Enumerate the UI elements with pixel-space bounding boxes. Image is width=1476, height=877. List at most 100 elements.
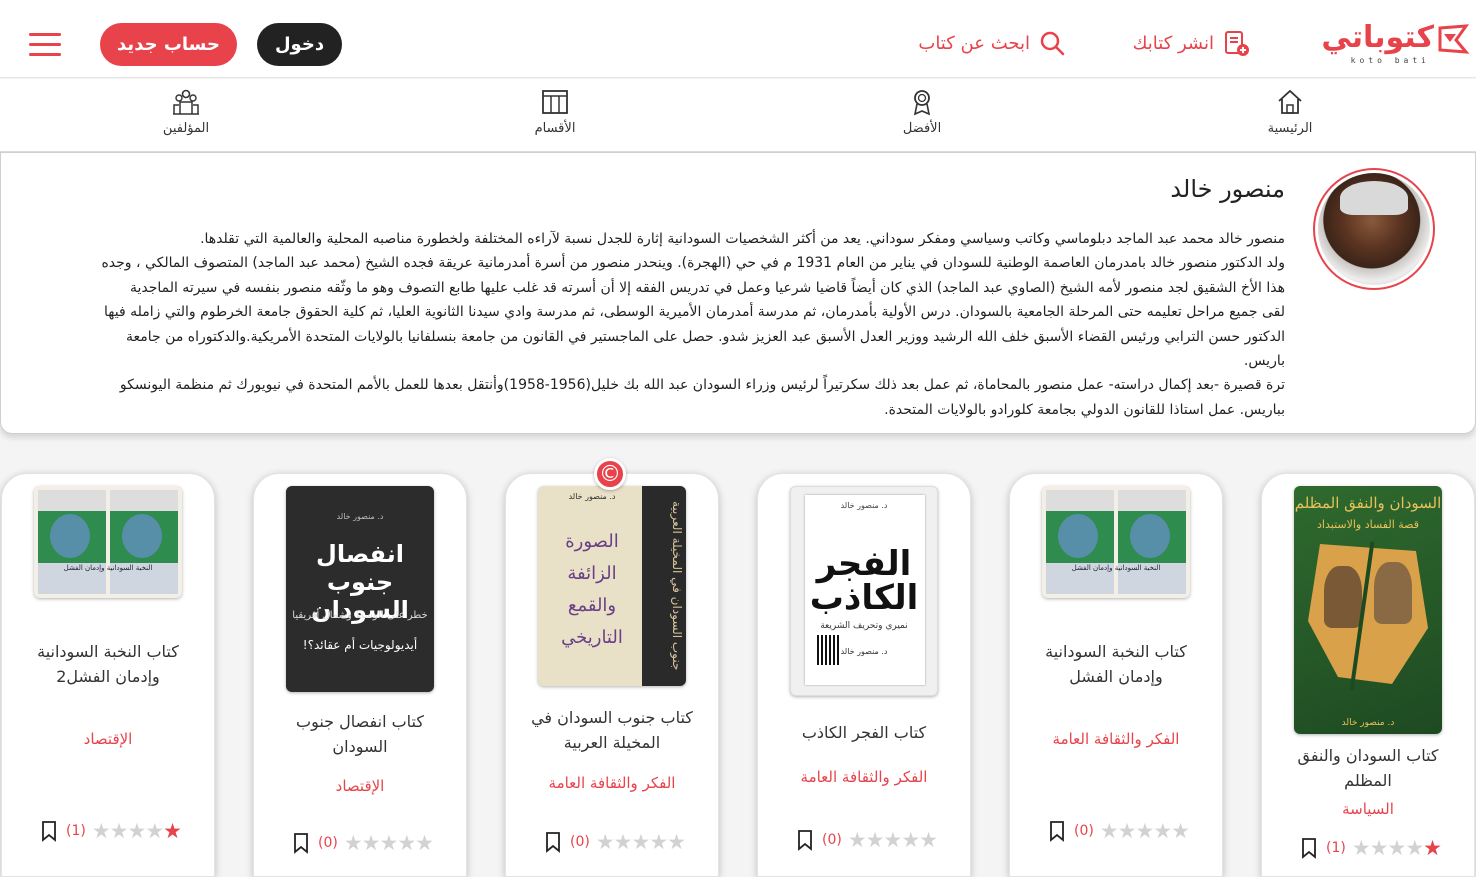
top-bar: كتوباتي koto bati انشر كتابك ابحث عن كتا… [0,0,1476,78]
star-icon[interactable]: ★ [1153,819,1172,843]
star-icon[interactable]: ★ [380,831,399,855]
bio-line: الدكتور حسن الترابي ورئيس القضاء الأسبق … [126,328,1285,345]
login-button[interactable]: دخول [257,23,342,66]
book-cover[interactable]: السودان والنفق المظلم قصة الفساد والاستب… [1294,486,1442,734]
book-title[interactable]: كتاب النخبة السودانية وإدمان الفشل2 [14,639,202,689]
book-card[interactable]: النخبة السودانية وإدمان الفشل كتاب النخب… [1,473,215,877]
book-card[interactable]: النخبة السودانية وإدمان الفشل كتاب النخب… [1009,473,1223,877]
star-icon[interactable]: ★ [344,831,363,855]
book-card[interactable]: د. منصور خالد انفصال جنوب السودان خطر عل… [253,473,467,877]
star-icon[interactable]: ★ [614,830,633,854]
star-icon[interactable]: ★ [866,828,885,852]
book-cover[interactable]: د. منصور خالد انفصال جنوب السودان خطر عل… [286,486,434,692]
book-cover[interactable]: جنوب السودان في المخيلة العربية د. منصور… [538,486,686,686]
book-category[interactable]: الفكر والثقافة العامة [1010,730,1222,748]
rating-count: (0) [318,835,338,851]
star-icon[interactable]: ★ [1100,819,1119,843]
cover-title: الصورة الزائفة والقمع التاريخي [561,531,623,648]
authors-icon [173,89,199,115]
star-icon[interactable]: ★ [848,828,867,852]
book-title[interactable]: كتاب جنوب السودان في المخيلة العربية [518,705,706,755]
star-icon[interactable]: ★ [110,819,129,843]
star-icon[interactable]: ★ [649,830,668,854]
cover-top: د. منصور خالد [840,501,888,510]
book-cover[interactable]: النخبة السودانية وإدمان الفشل [1042,486,1190,598]
star-icon[interactable]: ★ [1388,836,1407,860]
star-icon[interactable]: ★ [1118,819,1137,843]
star-rating[interactable]: ★ ★ ★ ★ ★ [1352,836,1442,860]
book-card[interactable]: السودان والنفق المظلم قصة الفساد والاستب… [1261,473,1475,877]
book-title[interactable]: كتاب النخبة السودانية وإدمان الفشل [1022,639,1210,689]
star-icon[interactable]: ★ [884,828,903,852]
bio-line: بباريس. عمل استاذا للقانون الدولي بجامعة… [884,401,1285,418]
site-logo[interactable]: كتوباتي koto bati [1321,18,1470,66]
cover-spine: جنوب السودان في المخيلة العربية [670,501,684,671]
star-icon[interactable]: ★ [596,830,615,854]
star-icon[interactable]: ★ [1136,819,1155,843]
book-cover[interactable]: النخبة السودانية وإدمان الفشل [34,486,182,598]
star-rating[interactable]: ★ ★ ★ ★ ★ [1100,819,1190,843]
star-icon[interactable]: ★ [1405,836,1424,860]
book-title[interactable]: كتاب انفصال جنوب السودان [266,709,454,759]
nav-item-best[interactable]: الأفضل [867,87,977,147]
nav-item-categories[interactable]: الأقسام [500,87,610,147]
book-card[interactable]: د. منصور خالد الفجر الكاذب نميري وتحريف … [757,473,971,877]
cover-title: النخبة السودانية وإدمان الفشل [63,564,153,572]
star-icon[interactable]: ★ [397,831,416,855]
book-category[interactable]: الإقتصاد [254,777,466,795]
register-button[interactable]: حساب جديد [100,23,237,66]
star-icon[interactable]: ★ [145,819,164,843]
cover-subtitle: قصة الفساد والاستبداد [1317,518,1419,531]
star-icon[interactable]: ★ [1171,819,1190,843]
star-icon[interactable]: ★ [1370,836,1389,860]
book-footer: (1) ★ ★ ★ ★ ★ [1298,835,1442,861]
star-rating[interactable]: ★ ★ ★ ★ ★ [596,830,686,854]
book-category[interactable]: الإقتصاد [2,730,214,748]
star-icon[interactable]: ★ [362,831,381,855]
bookmark-icon[interactable] [542,831,564,853]
star-rating[interactable]: ★ ★ ★ ★ ★ [344,831,434,855]
book-footer: (0) ★ ★ ★ ★ ★ [794,827,938,853]
bio-line: لقى جميع مراحل تعليمه حتى المرحلة الجامع… [104,304,1285,321]
star-icon[interactable]: ★ [919,828,938,852]
book-title[interactable]: كتاب الفجر الكاذب [770,720,958,745]
book-cover[interactable]: د. منصور خالد الفجر الكاذب نميري وتحريف … [790,486,938,696]
sub-navigation: الرئيسية الأفضل الأقسام المؤلفين [0,79,1476,152]
star-icon[interactable]: ★ [1423,836,1442,860]
star-icon[interactable]: ★ [415,831,434,855]
cover-author: د. منصور خالد [840,647,888,656]
book-footer: (0) ★ ★ ★ ★ ★ [542,829,686,855]
bookmark-icon[interactable] [794,829,816,851]
rating-count: (1) [1326,840,1346,856]
nav-item-authors[interactable]: المؤلفين [131,87,241,147]
book-card[interactable]: جنوب السودان في المخيلة العربية د. منصور… [505,473,719,877]
menu-icon[interactable] [29,33,61,57]
nav-item-home[interactable]: الرئيسية [1235,87,1345,147]
bookmark-icon[interactable] [38,820,60,842]
star-icon[interactable]: ★ [128,819,147,843]
star-icon[interactable]: ★ [632,830,651,854]
star-rating[interactable]: ★ ★ ★ ★ ★ [92,819,182,843]
star-icon[interactable]: ★ [163,819,182,843]
copyright-icon: © [594,458,626,490]
star-icon[interactable]: ★ [901,828,920,852]
star-icon[interactable]: ★ [1352,836,1371,860]
star-rating[interactable]: ★ ★ ★ ★ ★ [848,828,938,852]
star-icon[interactable]: ★ [667,830,686,854]
book-category[interactable]: الفكر والثقافة العامة [758,768,970,786]
book-title[interactable]: كتاب السودان والنفق المظلم [1274,743,1462,793]
bookmark-icon[interactable] [290,832,312,854]
home-icon [1278,89,1302,114]
book-footer: (1) ★ ★ ★ ★ ★ [38,818,182,844]
cover-title: النخبة السودانية وإدمان الفشل [1071,564,1161,572]
bio-line: منصور خالد محمد عبد الماجد دبلوماسي وكات… [200,231,1285,247]
bookmark-icon[interactable] [1046,820,1068,842]
bookmark-icon[interactable] [1298,837,1320,859]
author-bio: منصور خالد محمد عبد الماجد دبلوماسي وكات… [15,227,1285,422]
book-category[interactable]: الفكر والثقافة العامة [506,774,718,792]
rating-count: (0) [1074,823,1094,839]
search-book-link[interactable]: ابحث عن كتاب [918,28,1066,58]
publish-book-link[interactable]: انشر كتابك [1133,28,1250,58]
book-category[interactable]: السياسة [1262,800,1474,818]
star-icon[interactable]: ★ [92,819,111,843]
